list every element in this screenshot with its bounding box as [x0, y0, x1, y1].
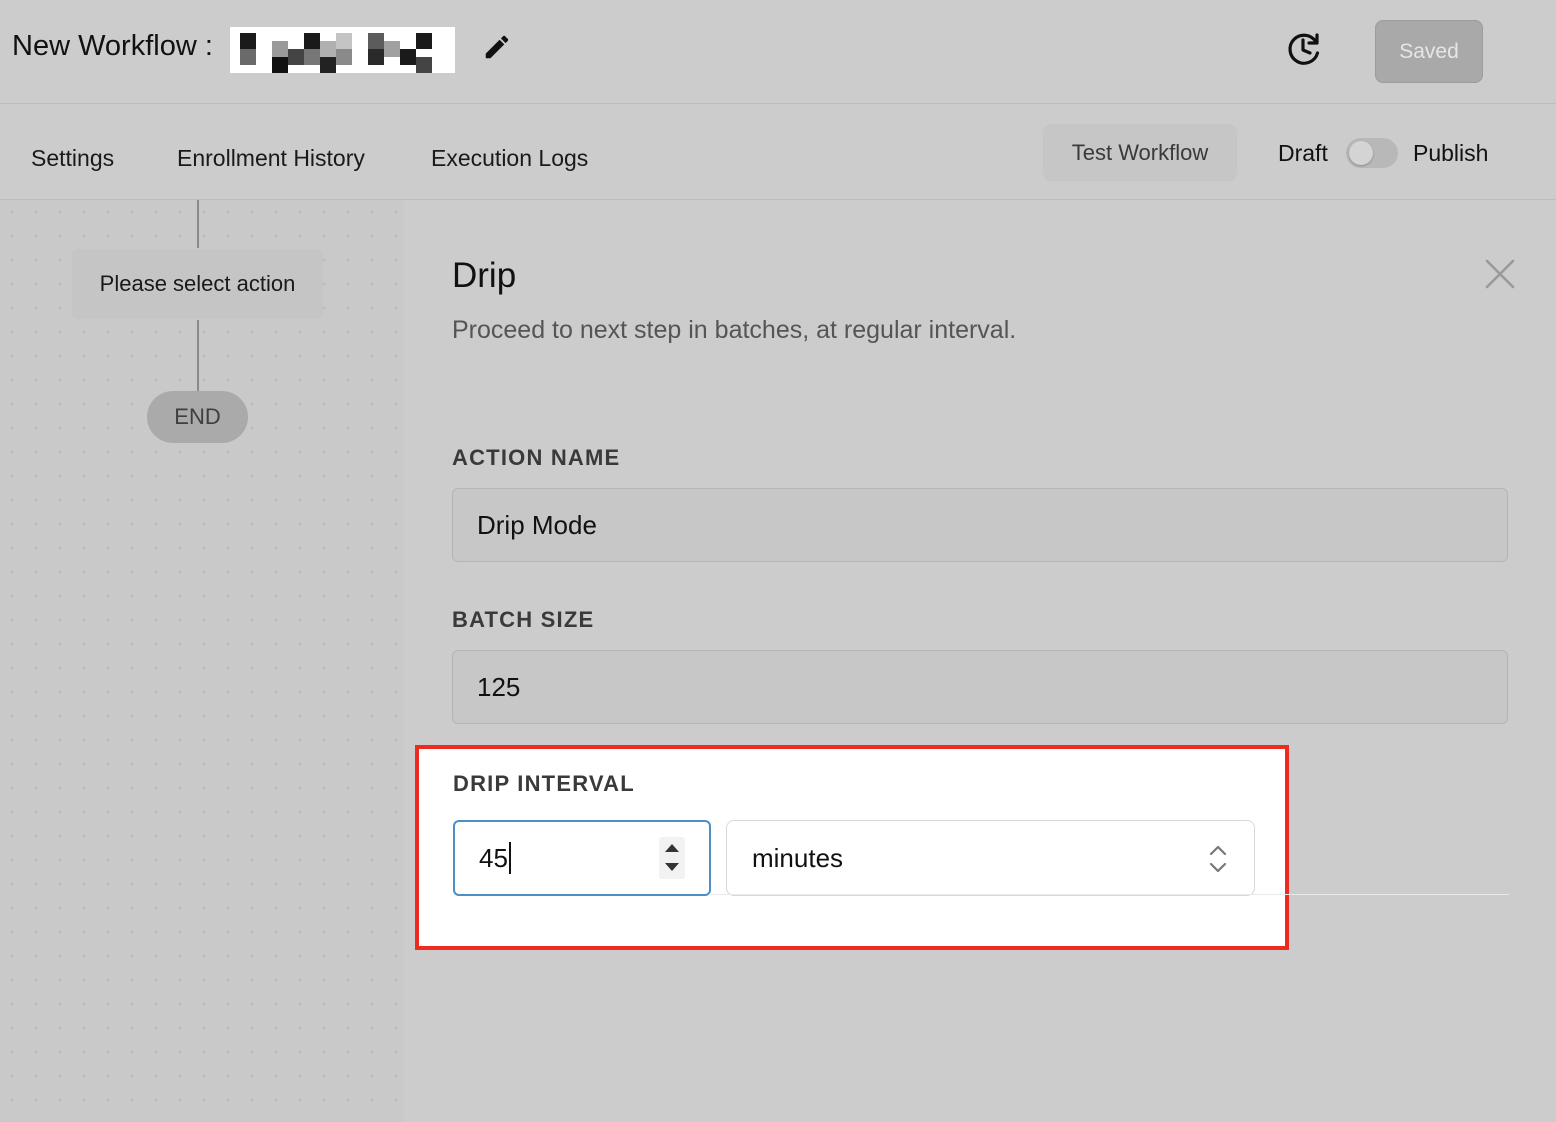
close-icon[interactable] [1484, 258, 1516, 290]
action-name-label: ACTION NAME [452, 445, 621, 470]
number-spinner[interactable] [659, 837, 685, 879]
drip-interval-number-input[interactable]: 45 [453, 820, 711, 896]
workflow-canvas[interactable]: Please select action END [0, 200, 404, 1122]
drip-settings-panel: Drip Proceed to next step in batches, at… [404, 200, 1556, 1122]
drip-interval-highlight: DRIP INTERVAL 45 minutes [415, 745, 1509, 950]
tab-settings[interactable]: Settings [31, 145, 114, 172]
batch-size-input[interactable]: 125 [452, 650, 1508, 724]
tab-execution-logs[interactable]: Execution Logs [431, 145, 588, 172]
divider [711, 894, 1509, 895]
batch-size-label: BATCH SIZE [452, 607, 595, 632]
tab-enrollment-history[interactable]: Enrollment History [177, 145, 365, 172]
drip-interval-value: 45 [479, 842, 508, 873]
panel-description: Proceed to next step in batches, at regu… [452, 316, 1017, 344]
top-bar: New Workflow : Saved [0, 0, 1556, 104]
workflow-title: New Workflow : [12, 30, 213, 62]
test-workflow-button[interactable]: Test Workflow [1043, 124, 1237, 181]
tab-bar: Settings Enrollment History Execution Lo… [0, 104, 1556, 200]
spinner-up-icon[interactable] [665, 844, 679, 852]
action-name-input[interactable]: Drip Mode [452, 488, 1508, 562]
drip-interval-unit-select[interactable]: minutes [726, 820, 1255, 896]
toggle-knob [1349, 141, 1373, 165]
connector-line [197, 200, 199, 248]
text-caret [508, 842, 511, 874]
action-node[interactable]: Please select action [72, 249, 323, 319]
chevron-updown-icon [1209, 845, 1227, 873]
panel-title: Drip [452, 256, 517, 295]
draft-label: Draft [1278, 140, 1328, 166]
end-node: END [147, 391, 248, 443]
saved-button[interactable]: Saved [1375, 20, 1483, 83]
drip-interval-label: DRIP INTERVAL [453, 771, 635, 796]
history-icon[interactable] [1284, 29, 1324, 69]
unit-select-value: minutes [752, 842, 844, 873]
publish-label: Publish [1413, 140, 1489, 166]
publish-toggle[interactable] [1346, 138, 1398, 168]
pencil-icon[interactable] [482, 32, 512, 62]
workflow-name-redacted [230, 27, 455, 73]
connector-line [197, 320, 199, 391]
spinner-down-icon[interactable] [665, 863, 679, 871]
